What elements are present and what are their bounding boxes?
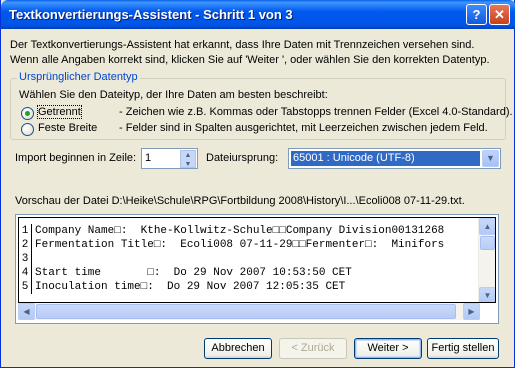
cancel-button[interactable]: Abbrechen [204,338,272,359]
radio-fixed-width-label[interactable]: Feste Breite [38,122,97,134]
file-origin-select[interactable]: 65001 : Unicode (UTF-8) ▼ [288,148,501,169]
row-number: 3 [19,252,32,266]
file-origin-label: Dateiursprung: [206,152,279,164]
vertical-scroll-thumb[interactable] [480,236,495,250]
start-row-value: 1 [145,152,152,164]
window-title: Textkonvertierungs-Assistent - Schritt 1… [9,7,293,22]
radio-delimited-label[interactable]: Getrennt [37,105,82,119]
scroll-up-icon[interactable]: ▲ [479,218,495,235]
spinner-down-icon[interactable]: ▼ [181,160,195,169]
intro-line-1: Der Textkonvertierungs-Assistent hat erk… [10,39,475,51]
radio-fixed-width[interactable] [21,123,34,136]
scroll-right-icon[interactable]: ▶ [463,303,480,320]
text-import-wizard-dialog: Textkonvertierungs-Assistent - Schritt 1… [0,0,515,368]
back-button[interactable]: < Zurück [279,338,347,359]
row-text: Start time □: Do 29 Nov 2007 10:53:50 CE… [35,267,352,279]
radio-delimited-description: - Zeichen wie z.B. Kommas oder Tabstopps… [119,106,513,118]
table-row: 2 Fermentation Title□: Ecoli008 07-11-29… [19,238,479,252]
radio-delimited[interactable] [21,107,34,120]
row-text: Company Name□: Kthe-Kollwitz-Schule□□Com… [35,225,445,237]
table-row: 5 Inoculation time□: Do 29 Nov 2007 12:0… [19,280,479,294]
row-text: Fermentation Title□: Ecoli008 07-11-29□□… [35,239,445,251]
start-row-spinner[interactable]: 1 ▲ ▼ [141,148,198,169]
row-number: 4 [19,266,32,280]
radio-fixed-width-description: - Felder sind in Spalten ausgerichtet, m… [119,122,488,134]
datatype-group-legend: Ursprünglicher Datentyp [17,71,140,83]
title-bar[interactable]: Textkonvertierungs-Assistent - Schritt 1… [1,0,515,29]
intro-text: Der Textkonvertierungs-Assistent hat erk… [10,38,490,68]
start-row-label: Import beginnen in Zeile: [15,152,137,164]
horizontal-scroll-thumb[interactable] [36,304,456,319]
preview-pane[interactable]: 1 Company Name□: Kthe-Kollwitz-Schule□□C… [15,214,499,324]
row-text: Inoculation time□: Do 29 Nov 2007 12:05:… [35,281,346,293]
chevron-down-icon[interactable]: ▼ [482,150,499,167]
row-number: 5 [19,280,32,294]
horizontal-scrollbar[interactable]: ◀ ▶ [18,303,480,320]
table-row: 4 Start time □: Do 29 Nov 2007 10:53:50 … [19,266,479,280]
help-button[interactable]: ? [466,4,487,25]
file-origin-selected: 65001 : Unicode (UTF-8) [291,151,480,166]
vertical-scrollbar[interactable]: ▲ ▼ [478,218,495,302]
next-button[interactable]: Weiter > [354,338,422,359]
table-row: 3 [19,252,479,266]
spinner-up-icon[interactable]: ▲ [181,151,195,160]
scroll-left-icon[interactable]: ◀ [18,303,35,320]
scroll-down-icon[interactable]: ▼ [479,287,495,302]
row-number: 1 [19,224,32,238]
datatype-prompt: Wählen Sie den Dateityp, der Ihre Daten … [19,89,328,101]
close-button[interactable]: ✕ [489,4,510,25]
table-row: 1 Company Name□: Kthe-Kollwitz-Schule□□C… [19,224,479,238]
finish-button[interactable]: Fertig stellen [427,338,499,359]
spinner-buttons[interactable]: ▲ ▼ [180,150,196,168]
preview-label: Vorschau der Datei D:\Heike\Schule\RPG\F… [15,195,465,207]
row-number: 2 [19,238,32,252]
preview-grid: 1 Company Name□: Kthe-Kollwitz-Schule□□C… [18,217,496,303]
intro-line-2: Wenn alle Angaben korrekt sind, klicken … [10,54,490,66]
